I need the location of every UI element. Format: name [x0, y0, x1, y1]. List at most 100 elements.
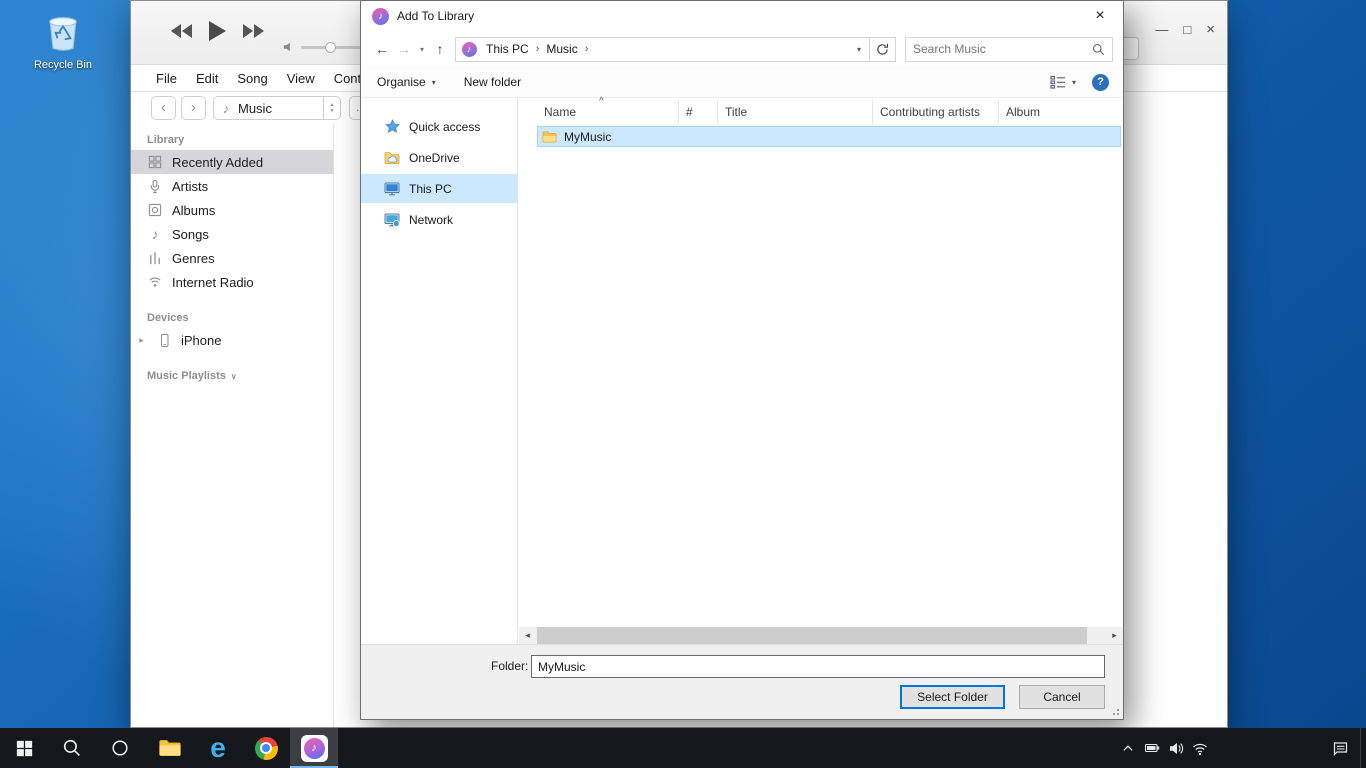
resize-grip[interactable]	[1109, 705, 1119, 715]
battery-icon[interactable]	[1140, 728, 1164, 768]
media-picker[interactable]: ♪ Music ▴▾	[213, 96, 341, 120]
dialog-titlebar[interactable]: ♪ Add To Library ×	[361, 1, 1123, 31]
scroll-right-icon[interactable]: ▸	[1106, 627, 1123, 644]
nav-history-chevron-icon[interactable]: ▾	[415, 45, 429, 54]
show-desktop-button[interactable]	[1360, 728, 1366, 768]
hidden-icons-chevron-icon[interactable]	[1116, 728, 1140, 768]
volume-knob[interactable]	[325, 42, 336, 53]
edge-button[interactable]: e	[194, 728, 242, 768]
file-explorer-button[interactable]	[146, 728, 194, 768]
folder-name-input[interactable]	[531, 655, 1105, 678]
back-button[interactable]: ‹	[151, 96, 176, 120]
help-icon[interactable]: ?	[1092, 74, 1109, 91]
play-button[interactable]	[209, 21, 226, 41]
speaker-icon[interactable]	[1164, 728, 1188, 768]
places-navpane: Quick access OneDrive This PC	[361, 98, 518, 644]
file-row-mymusic[interactable]: MyMusic	[537, 126, 1121, 147]
windows-logo-icon	[16, 740, 33, 757]
cancel-button[interactable]: Cancel	[1019, 685, 1105, 709]
volume-speaker-icon	[283, 41, 295, 53]
search-icon	[63, 739, 81, 757]
breadcrumb-separator-icon[interactable]: ›	[582, 43, 592, 55]
dialog-body: Quick access OneDrive This PC	[361, 98, 1123, 644]
sidebar-item-recently-added[interactable]: Recently Added	[131, 150, 333, 174]
cortana-button[interactable]	[96, 728, 144, 768]
navpane-network[interactable]: Network	[361, 205, 517, 234]
navpane-quick-access[interactable]: Quick access	[361, 112, 517, 141]
refresh-button[interactable]	[870, 37, 896, 62]
dropdown-chevron-icon: ▾	[1072, 78, 1076, 87]
genres-icon	[147, 251, 163, 265]
address-dropdown-icon[interactable]: ▾	[849, 45, 869, 54]
column-album[interactable]: Album	[999, 100, 1123, 124]
organise-button[interactable]: Organise▾	[377, 75, 436, 89]
view-mode-button[interactable]: ▾	[1050, 75, 1076, 89]
column-contributing-artists[interactable]: Contributing artists	[873, 100, 999, 124]
details-view-icon	[1050, 75, 1066, 89]
collapse-chevron-icon[interactable]: ∨	[231, 372, 237, 381]
navpane-this-pc[interactable]: This PC	[361, 174, 517, 203]
expand-chevron-icon[interactable]: ▸	[136, 335, 147, 346]
itunes-app-icon: ♪	[372, 8, 389, 25]
sidebar-item-iphone[interactable]: ▸ iPhone	[131, 328, 333, 352]
sidebar-item-genres[interactable]: Genres	[131, 246, 333, 270]
recycle-bin-icon[interactable]: Recycle Bin	[28, 8, 98, 71]
desktop: Recycle Bin	[0, 0, 1366, 768]
menu-song[interactable]: Song	[237, 71, 267, 86]
menu-edit[interactable]: Edit	[196, 71, 218, 86]
maximize-icon[interactable]: □	[1183, 21, 1191, 39]
taskbar: e ♪	[0, 728, 1366, 768]
close-icon[interactable]: ×	[1206, 21, 1215, 39]
dialog-navigation-row: ← → ▾ ↑ ♪ This PC › Music › ▾	[361, 31, 1123, 67]
scroll-left-icon[interactable]: ◂	[519, 627, 536, 644]
chrome-button[interactable]	[242, 728, 290, 768]
nav-forward-icon[interactable]: →	[393, 41, 415, 57]
scrollbar-thumb[interactable]	[537, 627, 1087, 644]
menu-view[interactable]: View	[287, 71, 315, 86]
edge-icon: e	[210, 734, 226, 762]
computer-icon	[384, 181, 400, 196]
file-name: MyMusic	[564, 130, 611, 144]
albums-icon	[147, 203, 163, 217]
horizontal-scrollbar[interactable]: ◂ ▸	[519, 627, 1123, 644]
column-number[interactable]: #	[679, 100, 718, 124]
breadcrumb-this-pc[interactable]: This PC	[482, 42, 533, 56]
column-name[interactable]: Name	[537, 100, 679, 124]
music-note-icon: ♪	[214, 101, 238, 116]
recently-added-icon	[147, 155, 163, 169]
address-bar[interactable]: ♪ This PC › Music › ▾	[455, 37, 870, 62]
scrollbar-track[interactable]	[536, 627, 1106, 644]
wifi-icon[interactable]	[1188, 728, 1212, 768]
select-folder-button[interactable]: Select Folder	[900, 685, 1005, 709]
file-explorer-icon	[159, 739, 181, 757]
media-picker-spinner[interactable]: ▴▾	[323, 97, 340, 119]
nav-up-icon[interactable]: ↑	[429, 41, 451, 57]
playback-controls	[171, 21, 264, 41]
forward-button[interactable]: ›	[181, 96, 206, 120]
column-title[interactable]: Title	[718, 100, 873, 124]
sidebar-item-artists[interactable]: Artists	[131, 174, 333, 198]
taskbar-search-button[interactable]	[48, 728, 96, 768]
dialog-close-icon[interactable]: ×	[1077, 1, 1123, 31]
new-folder-button[interactable]: New folder	[464, 75, 521, 89]
menu-file[interactable]: File	[156, 71, 177, 86]
minimize-icon[interactable]: —	[1155, 21, 1168, 39]
system-tray	[1116, 728, 1366, 768]
rewind-button[interactable]	[171, 24, 193, 38]
search-box[interactable]	[905, 37, 1113, 62]
breadcrumb-music[interactable]: Music	[542, 42, 581, 56]
action-center-icon[interactable]	[1320, 728, 1360, 768]
fast-forward-button[interactable]	[242, 24, 264, 38]
sidebar-item-albums[interactable]: Albums	[131, 198, 333, 222]
sidebar-item-internet-radio[interactable]: Internet Radio	[131, 270, 333, 294]
music-playlists-header[interactable]: Music Playlists ∨	[131, 365, 333, 386]
itunes-taskbar-button[interactable]: ♪	[290, 728, 338, 768]
breadcrumb-separator-icon[interactable]: ›	[533, 43, 543, 55]
start-button[interactable]	[0, 728, 48, 768]
navpane-onedrive[interactable]: OneDrive	[361, 143, 517, 172]
search-input[interactable]	[913, 42, 1092, 56]
dropdown-chevron-icon: ▾	[432, 78, 436, 87]
sidebar-item-songs[interactable]: ♪ Songs	[131, 222, 333, 246]
nav-back-icon[interactable]: ←	[371, 41, 393, 57]
library-header: Library	[131, 129, 333, 150]
